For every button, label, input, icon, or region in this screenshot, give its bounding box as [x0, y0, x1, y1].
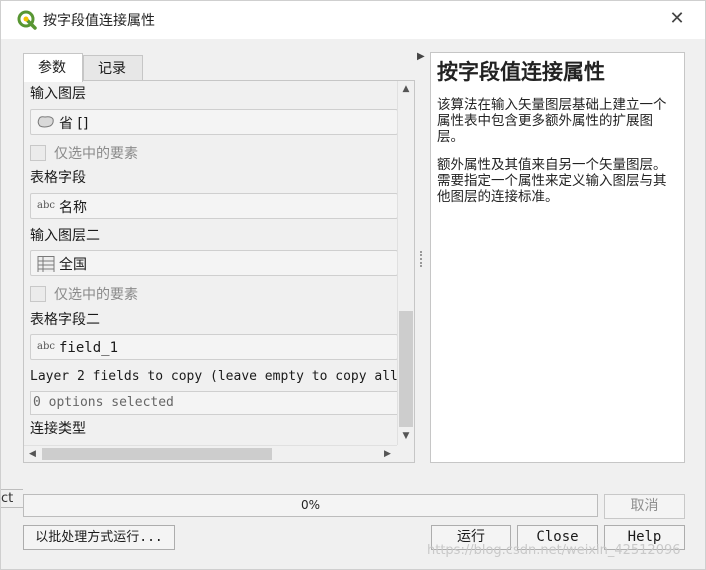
input-layer-combobox[interactable]: 省 []: [30, 109, 398, 135]
batch-process-button[interactable]: 以批处理方式运行...: [23, 525, 175, 550]
parameters-scroll-area: 输入图层 省 [] 仅选中的要素 表格字段 abc 名称 输入图层二 全国 仅选…: [23, 80, 415, 463]
selected-only-label-2: 仅选中的要素: [54, 287, 138, 303]
layer2-fields-selector[interactable]: 0 options selected: [30, 391, 398, 415]
title-bar: 按字段值连接属性 ✕: [1, 1, 705, 39]
table-field2-value: field_1: [59, 340, 119, 356]
table-field2-label: 表格字段二: [30, 312, 100, 328]
scroll-right-icon[interactable]: ▶: [379, 446, 396, 462]
scroll-up-icon[interactable]: ▲: [398, 81, 414, 98]
window-title: 按字段值连接属性: [43, 13, 155, 29]
help-panel: 按字段值连接属性 该算法在输入矢量图层基础上建立一个属性表中包含更多额外属性的扩…: [430, 52, 685, 463]
progress-bar: 0%: [23, 494, 598, 517]
table-field-value: 名称: [59, 200, 87, 216]
progress-text: 0%: [300, 498, 321, 512]
help-paragraph-2: 额外属性及其值来自另一个矢量图层。需要指定一个属性来定义输入图层与其他图层的连接…: [437, 157, 667, 205]
table-field-label: 表格字段: [30, 170, 86, 186]
collapse-arrow-icon[interactable]: ▶: [417, 51, 425, 62]
parameters-panel: 参数 记录 输入图层 省 [] 仅选中的要素 表格字段 abc 名称 输入图层二…: [23, 53, 415, 463]
edge-divider: [1, 489, 23, 490]
input-layer2-value: 全国: [59, 257, 87, 273]
join-type-label: 连接类型: [30, 421, 86, 437]
scroll-down-icon[interactable]: ▼: [398, 428, 414, 445]
cancel-button[interactable]: 取消: [604, 494, 685, 519]
selected-only-label-1: 仅选中的要素: [54, 146, 138, 162]
checkbox-box[interactable]: [30, 286, 46, 302]
table-layer-icon: [37, 256, 55, 272]
string-field-icon: abc: [37, 200, 55, 211]
input-layer2-label: 输入图层二: [30, 228, 100, 244]
edge-text: ct: [1, 491, 14, 506]
splitter-handle[interactable]: [420, 251, 423, 267]
layer2-fields-label: Layer 2 fields to copy (leave empty to c…: [30, 369, 398, 384]
help-paragraph-1: 该算法在输入矢量图层基础上建立一个属性表中包含更多额外属性的扩展图层。: [437, 97, 667, 145]
horizontal-scrollbar[interactable]: ◀ ▶: [24, 445, 397, 462]
table-field2-combobox[interactable]: abc field_1: [30, 334, 398, 360]
horizontal-scroll-thumb[interactable]: [42, 448, 272, 460]
close-icon[interactable]: ✕: [665, 7, 689, 31]
qgis-logo-icon: [17, 10, 37, 30]
scroll-left-icon[interactable]: ◀: [24, 446, 41, 462]
checkbox-box[interactable]: [30, 145, 46, 161]
string-field-icon: abc: [37, 341, 55, 352]
input-layer2-combobox[interactable]: 全国: [30, 250, 398, 276]
table-field-combobox[interactable]: abc 名称: [30, 193, 398, 219]
watermark: https://blog.csdn.net/weixin_42512096: [427, 543, 681, 558]
input-layer-label: 输入图层: [30, 86, 86, 102]
layer2-fields-value: 0 options selected: [33, 395, 174, 410]
vertical-scrollbar[interactable]: ▲ ▼: [397, 81, 414, 445]
parameters-content: 输入图层 省 [] 仅选中的要素 表格字段 abc 名称 输入图层二 全国 仅选…: [24, 81, 398, 445]
dialog-window: 按字段值连接属性 ✕ 参数 记录 输入图层 省 [] 仅选中的要素 表格字段 a…: [0, 0, 706, 570]
polygon-layer-icon: [37, 116, 54, 128]
edge-divider: [1, 507, 23, 508]
tab-parameters[interactable]: 参数: [23, 53, 83, 82]
vertical-scroll-thumb[interactable]: [399, 311, 413, 427]
input-layer-value: 省 []: [59, 116, 89, 132]
help-title: 按字段值连接属性: [437, 59, 605, 84]
tab-log[interactable]: 记录: [83, 55, 143, 81]
